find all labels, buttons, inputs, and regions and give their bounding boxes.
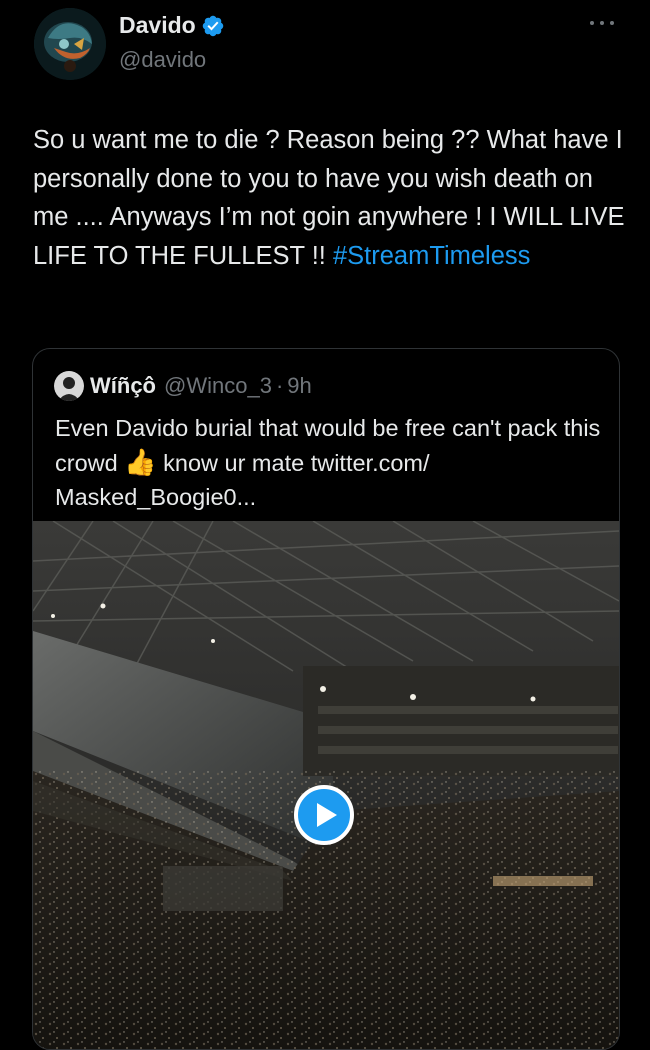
quoted-tweet-text: Even Davido burial that would be free ca… <box>55 411 615 514</box>
more-icon[interactable] <box>590 18 614 28</box>
quoted-display-name[interactable]: Wíñçô <box>90 373 156 399</box>
quoted-handle[interactable]: @Winco_3 <box>164 373 272 399</box>
tweet-text: So u want me to die ? Reason being ?? Wh… <box>33 121 633 275</box>
author-display-name[interactable]: Davido <box>119 12 196 39</box>
quoted-tweet-header: Wíñçô @Winco_3 · 9h <box>54 371 312 401</box>
quoted-author-avatar[interactable] <box>54 371 84 401</box>
video-thumbnail[interactable] <box>33 521 619 1049</box>
author-handle[interactable]: @davido <box>119 47 206 73</box>
hashtag-link[interactable]: #StreamTimeless <box>333 242 530 270</box>
separator-dot: · <box>275 373 284 398</box>
play-icon[interactable] <box>294 785 354 845</box>
author-name-row: Davido <box>119 12 225 39</box>
quoted-tweet[interactable]: Wíñçô @Winco_3 · 9h Even Davido burial t… <box>32 348 620 1050</box>
quoted-timestamp[interactable]: 9h <box>287 373 311 399</box>
thumbs-up-emoji: 👍 <box>124 447 157 477</box>
tweet[interactable]: Davido @davido So u want me to die ? Rea… <box>0 0 650 1050</box>
author-avatar[interactable] <box>34 8 106 80</box>
verified-badge-icon <box>202 15 223 36</box>
